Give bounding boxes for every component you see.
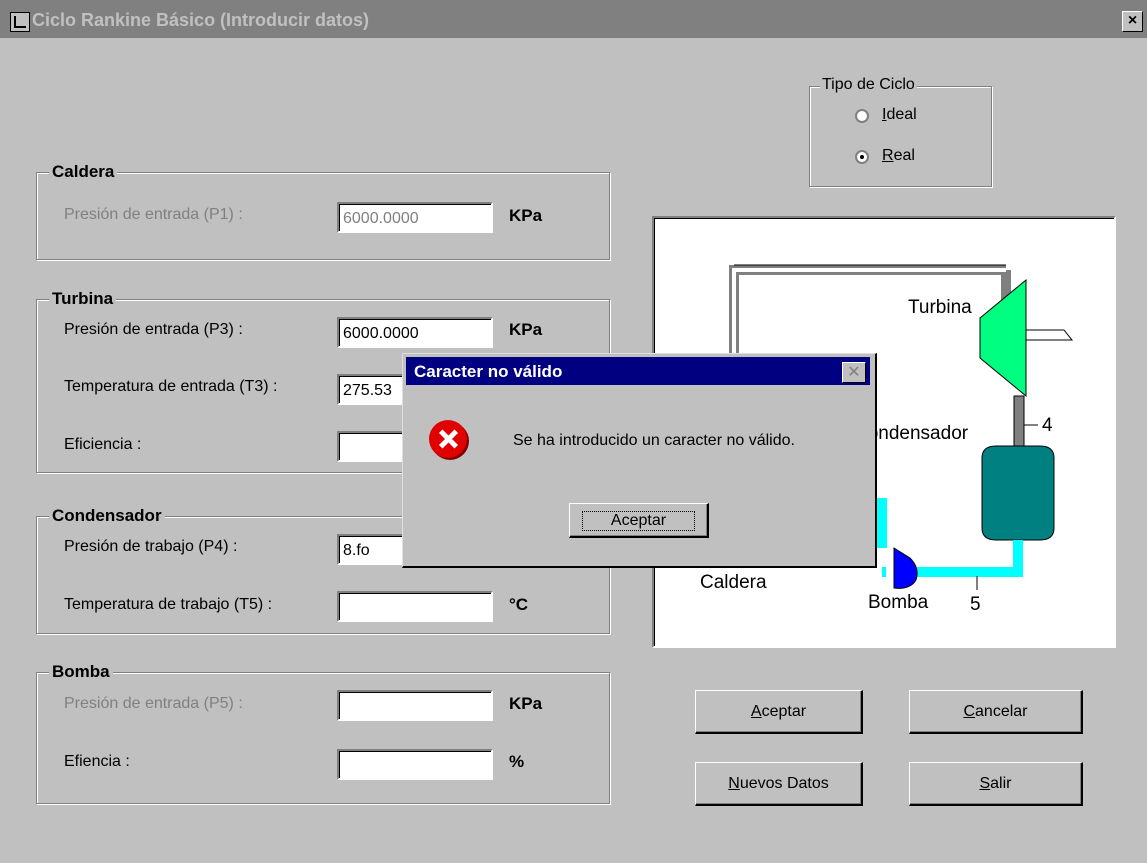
bomba-eficiencia-unit: % xyxy=(509,752,525,771)
t5-unit: °C xyxy=(509,595,529,614)
cancelar-label: ancelar xyxy=(975,703,1028,720)
nuevos-mnemonic: N xyxy=(728,775,740,792)
condenser-shape xyxy=(981,445,1055,541)
pump-shape xyxy=(893,547,918,589)
turbina-legend: Turbina xyxy=(49,289,117,309)
turbina-eficiencia-label: Eficiencia : xyxy=(64,436,142,453)
t5-field[interactable] xyxy=(337,591,493,622)
salir-button[interactable]: Salir xyxy=(909,762,1083,806)
dialog-close-button[interactable]: ✕ xyxy=(842,362,866,383)
aceptar-label: ceptar xyxy=(761,703,807,720)
salir-label: alir xyxy=(990,775,1012,792)
p3-unit: KPa xyxy=(509,320,543,339)
p5-label: Presión de entrada (P5) : xyxy=(64,695,243,712)
p5-unit: KPa xyxy=(509,694,543,713)
aceptar-button[interactable]: Aceptar xyxy=(695,690,863,734)
tipo-ciclo-legend: Tipo de Ciclo xyxy=(820,76,917,94)
t3-label: Temperatura de entrada (T3) : xyxy=(64,378,278,395)
p4-label: Presión de trabajo (P4) : xyxy=(64,538,238,555)
turbine-shaft xyxy=(1025,329,1074,341)
p1-unit: KPa xyxy=(509,206,543,225)
label-point-4: 4 xyxy=(1042,415,1053,436)
p3-label: Presión de entrada (P3) : xyxy=(64,321,243,338)
app-icon[interactable] xyxy=(10,12,30,32)
nuevos-label: uevos Datos xyxy=(739,775,829,792)
p1-field[interactable]: 6000.0000 xyxy=(337,202,493,233)
condensador-legend: Condensador xyxy=(49,506,165,526)
tipo-ciclo-group xyxy=(809,86,992,187)
dialog-ok-label: Aceptar xyxy=(581,511,696,531)
radio-ideal-circle[interactable] xyxy=(855,109,869,123)
bomba-group xyxy=(36,672,610,804)
cancelar-mnemonic: C xyxy=(963,703,976,720)
radio-real-circle[interactable] xyxy=(855,150,869,164)
pipe-4 xyxy=(1013,395,1025,449)
p3-field[interactable]: 6000.0000 xyxy=(337,317,493,348)
radio-real[interactable]: Real xyxy=(855,147,945,169)
dialog-message: Se ha introducido un caracter no válido. xyxy=(513,432,795,449)
error-dialog: Caracter no válido ✕ Se ha introducido u… xyxy=(402,353,877,568)
radio-ideal-label-rest: deal xyxy=(886,106,917,123)
salir-mnemonic: S xyxy=(979,775,991,792)
bomba-eficiencia-label: Efiencia : xyxy=(64,753,130,770)
cancelar-button[interactable]: Cancelar xyxy=(909,690,1083,734)
radio-real-label-rest: eal xyxy=(893,147,915,164)
caldera-legend: Caldera xyxy=(49,162,118,182)
pipe-5 xyxy=(916,540,1023,577)
dialog-title-bar: Caracter no válido ✕ xyxy=(406,357,870,385)
dialog-title: Caracter no válido xyxy=(414,362,563,381)
bomba-legend: Bomba xyxy=(49,662,113,682)
p1-label: Presión de entrada (P1) : xyxy=(64,206,243,223)
bomba-eficiencia-field[interactable] xyxy=(337,749,493,780)
dialog-ok-button[interactable]: Aceptar xyxy=(569,503,709,538)
label-turbina: Turbina xyxy=(908,297,972,318)
label-point-5: 5 xyxy=(970,594,981,615)
nuevos-datos-button[interactable]: Nuevos Datos xyxy=(695,762,863,806)
t5-label: Temperatura de trabajo (T5) : xyxy=(64,596,273,613)
aceptar-mnemonic: A xyxy=(750,703,762,720)
p5-field[interactable] xyxy=(337,690,493,721)
radio-real-label: Real xyxy=(882,147,915,164)
window-title: Ciclo Rankine Básico (Introducir datos) xyxy=(32,10,370,30)
error-icon xyxy=(429,420,467,458)
label-bomba: Bomba xyxy=(868,592,929,613)
close-button[interactable]: × xyxy=(1122,11,1143,32)
title-bar: Ciclo Rankine Básico (Introducir datos) … xyxy=(0,0,1147,38)
label-caldera: Caldera xyxy=(700,572,767,593)
radio-ideal[interactable]: Ideal xyxy=(855,106,945,128)
radio-ideal-label: Ideal xyxy=(882,106,917,123)
